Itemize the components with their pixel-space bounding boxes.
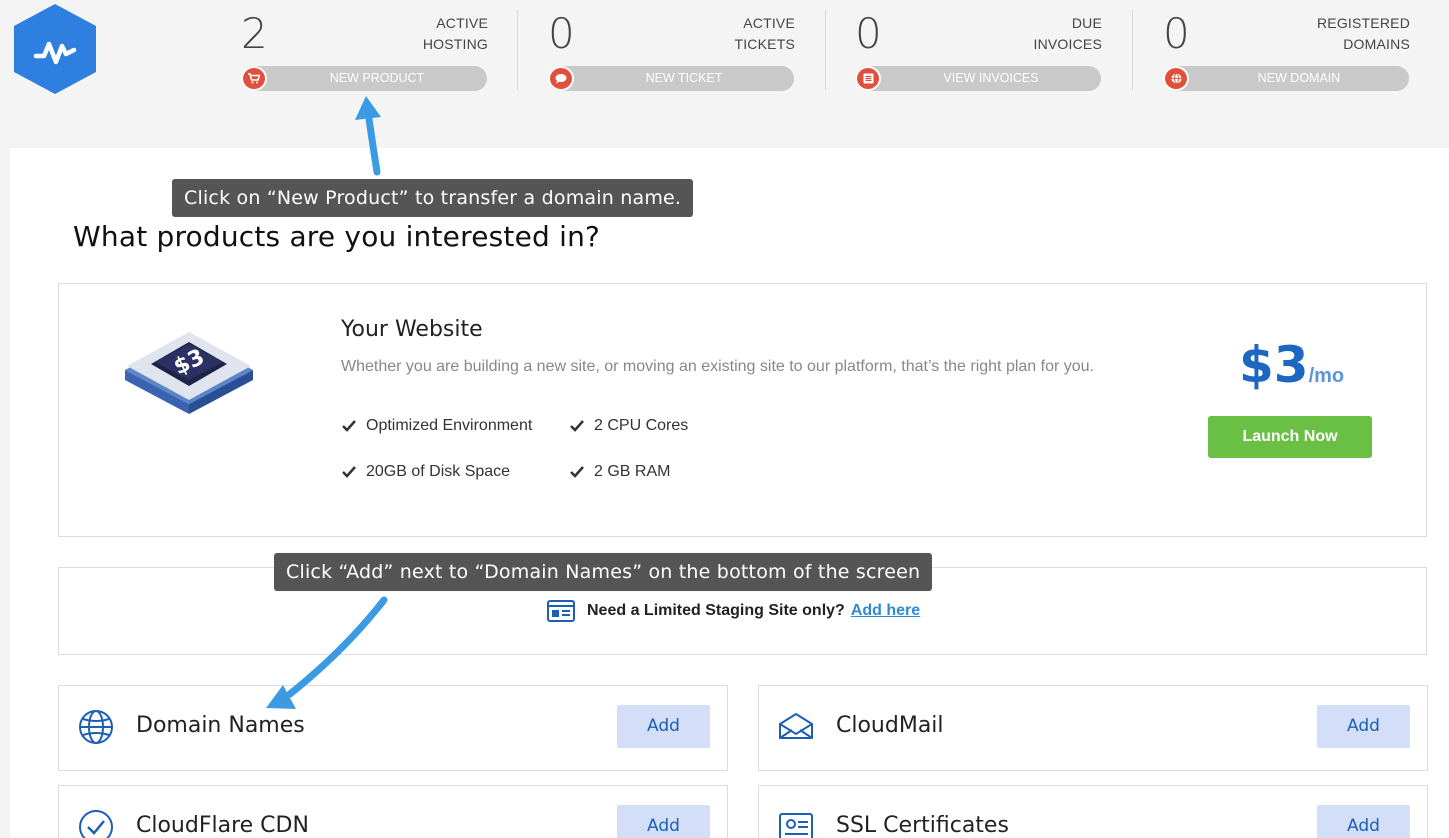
stat-due-invoices: 0 DUE INVOICES VIEW INVOICES	[855, 10, 1102, 100]
check-shield-icon	[79, 810, 113, 838]
price: $3/mo	[1239, 336, 1345, 394]
check-icon	[342, 420, 356, 432]
launch-now-button[interactable]: Launch Now	[1208, 416, 1372, 458]
add-domain-names-button[interactable]: Add	[617, 705, 710, 748]
stat-label: ACTIVE TICKETS	[734, 15, 795, 52]
new-ticket-button[interactable]: NEW TICKET	[548, 66, 794, 91]
cart-icon	[241, 66, 267, 91]
check-icon	[342, 466, 356, 478]
stat-active-tickets: 0 ACTIVE TICKETS NEW TICKET	[548, 10, 795, 100]
add-staging-link[interactable]: Add here	[851, 602, 920, 620]
product-name: Domain Names	[136, 713, 305, 738]
stat-label: ACTIVE HOSTING	[422, 15, 488, 52]
staging-row: Need a Limited Staging Site only? Add he…	[547, 599, 920, 623]
logo-icon[interactable]	[14, 4, 96, 94]
feature-item: 20GB of Disk Space	[341, 463, 510, 481]
product-card-cloudflare-cdn: CloudFlare CDN Add	[58, 785, 728, 838]
new-product-button[interactable]: NEW PRODUCT	[241, 66, 487, 91]
stat-count: 0	[1163, 9, 1190, 58]
stat-label: REGISTERED DOMAINS	[1316, 15, 1410, 52]
chat-icon	[548, 66, 574, 91]
globe-icon	[79, 710, 113, 744]
product-name: CloudMail	[836, 713, 944, 738]
globe-icon	[1163, 66, 1189, 91]
check-icon	[570, 466, 584, 478]
stat-active-hosting: 2 ACTIVE HOSTING NEW PRODUCT	[241, 10, 488, 100]
list-icon	[855, 66, 881, 91]
stat-count: 0	[548, 9, 575, 58]
new-domain-button[interactable]: NEW DOMAIN	[1163, 66, 1409, 91]
dashboard-header: 2 ACTIVE HOSTING NEW PRODUCT 0 ACTIVE TICK…	[0, 0, 1449, 148]
product-card-ssl-certificates: SSL Certificates Add	[758, 785, 1428, 838]
feature-item: 2 GB RAM	[569, 463, 670, 481]
website-plan-card: $3 Your Website Whether you are building…	[58, 283, 1427, 537]
certificate-icon	[779, 813, 813, 838]
staging-text: Need a Limited Staging Site only?	[587, 602, 845, 619]
main-panel: What products are you interested in? $3 …	[10, 148, 1449, 838]
product-name: SSL Certificates	[836, 813, 1009, 838]
view-invoices-button[interactable]: VIEW INVOICES	[855, 66, 1101, 91]
add-cloudflare-cdn-button[interactable]: Add	[617, 805, 710, 838]
divider	[517, 10, 518, 90]
annotation-callout-top: Click on “New Product” to transfer a dom…	[172, 179, 694, 217]
product-card-cloudmail: CloudMail Add	[758, 685, 1428, 771]
add-cloudmail-button[interactable]: Add	[1317, 705, 1410, 748]
stat-count: 0	[855, 9, 882, 58]
mail-icon	[779, 713, 813, 739]
page-title: What products are you interested in?	[73, 220, 601, 253]
server-chip-icon: $3	[125, 332, 253, 414]
website-description: Whether you are building a new site, or …	[341, 358, 1094, 375]
check-icon	[570, 420, 584, 432]
stat-registered-domains: 0 REGISTERED DOMAINS NEW DOMAIN	[1163, 10, 1410, 100]
feature-item: Optimized Environment	[341, 417, 532, 435]
stat-label: DUE INVOICES	[1033, 15, 1102, 52]
stat-count: 2	[241, 9, 268, 58]
divider	[825, 10, 826, 90]
website-title: Your Website	[341, 317, 483, 342]
product-name: CloudFlare CDN	[136, 813, 309, 838]
staging-window-icon	[547, 600, 575, 622]
annotation-callout-bottom: Click “Add” next to “Domain Names” on th…	[274, 553, 933, 591]
feature-item: 2 CPU Cores	[569, 417, 688, 435]
add-ssl-certificates-button[interactable]: Add	[1317, 805, 1410, 838]
divider	[1132, 10, 1133, 90]
product-card-domain-names: Domain Names Add	[58, 685, 728, 771]
